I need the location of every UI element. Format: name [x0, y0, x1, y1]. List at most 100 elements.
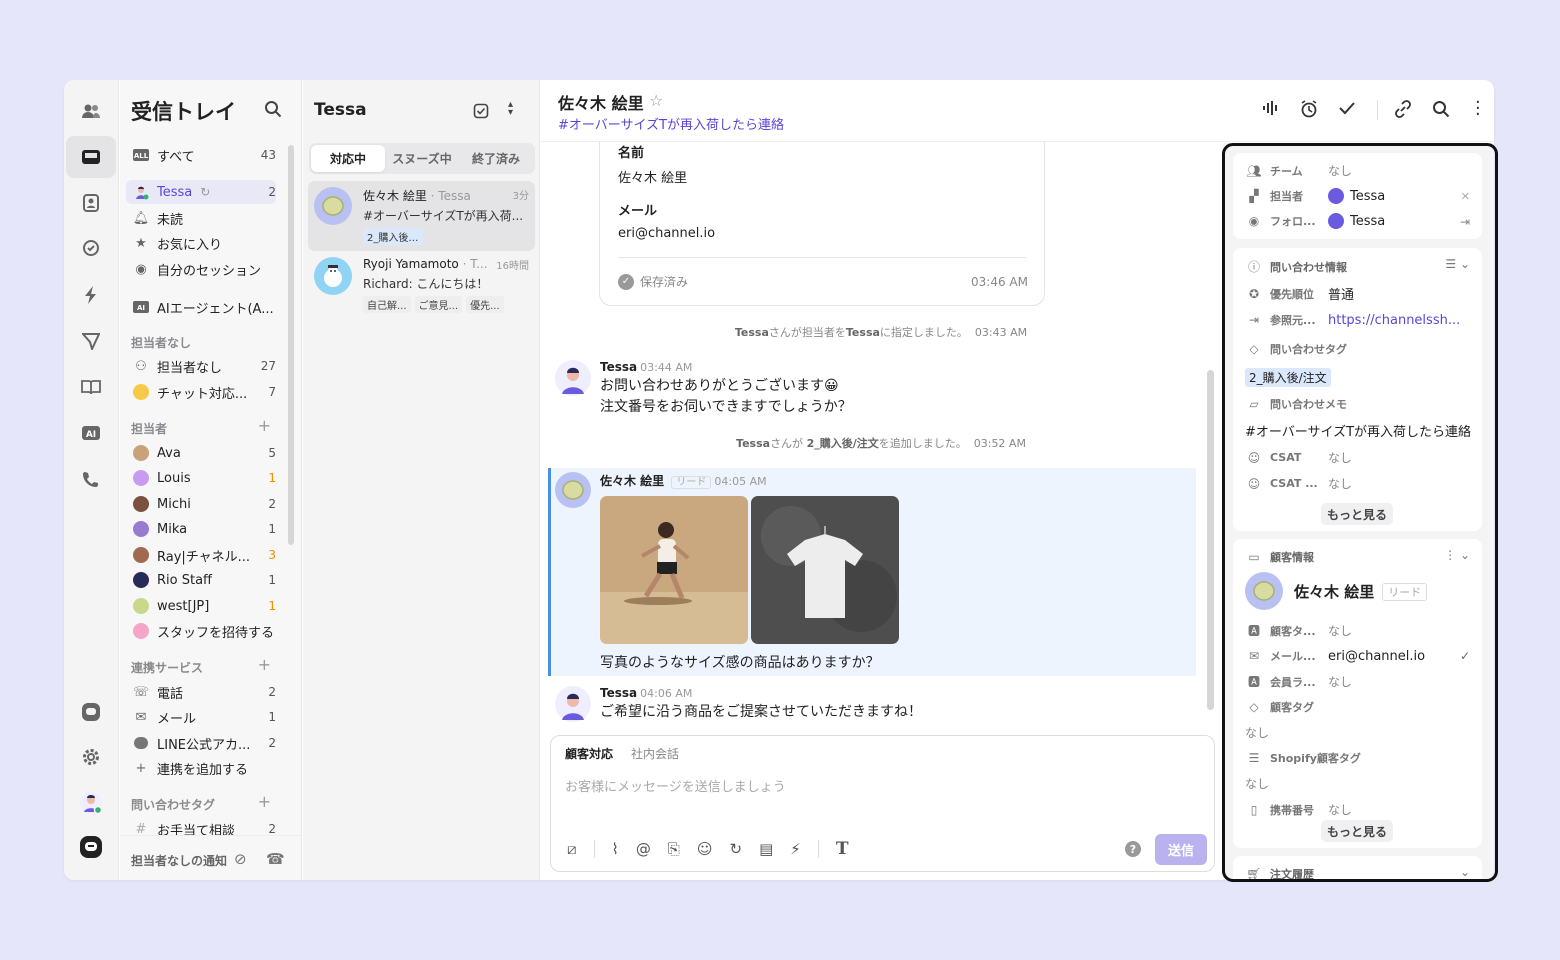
line-icon: [132, 737, 150, 749]
chat-subtitle[interactable]: #オーバーサイズTが再入荷したら連絡: [558, 114, 784, 133]
sidebar-item-my-sessions[interactable]: ◉ 自分のセッション: [126, 257, 276, 281]
alarm-clock-icon[interactable]: [1300, 100, 1318, 122]
star-icon[interactable]: ☆: [649, 91, 663, 110]
chat-panel: 佐々木 絵里 ☆ #オーバーサイズTが再入荷したら連絡 · · · 名前 佐々木 絵…: [541, 80, 1494, 880]
lightning-icon[interactable]: ⚡︎: [790, 840, 801, 858]
checkbox-icon[interactable]: [473, 103, 489, 123]
status-tabs: 対応中 スヌーズ中 終了済み: [309, 143, 535, 174]
voice-wave-icon[interactable]: [1262, 100, 1280, 120]
snippet-icon[interactable]: ⎘: [668, 840, 680, 858]
message-input[interactable]: お客様にメッセージを送信しましょう: [565, 776, 786, 795]
conversation-item[interactable]: Ryoji Yamamoto · T... 16時間 Richard: こんにちは…: [308, 251, 535, 321]
avatar: [132, 598, 150, 614]
attached-photo-runner[interactable]: [600, 496, 748, 644]
notification-off-icon[interactable]: ⊘: [234, 850, 247, 868]
tag-badge: 優先...: [466, 296, 504, 313]
send-icon[interactable]: [66, 320, 116, 362]
heart-icon: [132, 623, 150, 639]
sidebar-item-ai-agent[interactable]: AI AIエージェント(A...: [126, 295, 276, 319]
sidebar-scrollbar[interactable]: [288, 145, 294, 545]
sidebar-item-chat-support[interactable]: チャット対応... 7: [126, 380, 276, 404]
svg-text:AI: AI: [137, 304, 145, 312]
chat-scrollbar[interactable]: [1207, 370, 1214, 710]
svg-text:ALL: ALL: [134, 152, 149, 160]
divider: [1377, 100, 1378, 120]
badge-check-icon[interactable]: [66, 228, 116, 270]
smile-emoji-icon: [132, 384, 150, 400]
sidebar-item-ava[interactable]: Ava 5: [126, 441, 276, 465]
avatar: [132, 470, 150, 486]
message-composer: 顧客対応 社内会話 お客様にメッセージを送信しましょう ⧄ ⌇ @ ⎘ ☺ ↻ ▤…: [550, 735, 1215, 872]
add-tag-icon[interactable]: +: [258, 794, 271, 813]
avatar: [555, 360, 591, 396]
sync-icon: ↻: [200, 185, 211, 199]
clipboard-icon[interactable]: ▤: [759, 840, 773, 858]
tags-header: 問い合わせタグ +: [131, 792, 271, 813]
book-icon[interactable]: [66, 366, 116, 408]
conversation-item[interactable]: 佐々木 絵里 · Tessa 3分 #オーバーサイズTが再入荷... 2_購入後/…: [308, 181, 535, 251]
sidebar-item-rio-staff[interactable]: Rio Staff 1: [126, 568, 276, 592]
lightning-icon[interactable]: [66, 274, 116, 316]
phone-off-icon[interactable]: ☎: [266, 850, 285, 868]
more-vertical-icon[interactable]: · · ·: [1475, 94, 1481, 124]
sidebar-item-favorites[interactable]: ★ お気に入り: [126, 231, 276, 255]
channel-talk-icon[interactable]: [66, 826, 116, 868]
inbox-sidebar: 受信トレイ ALL すべて 43 Tessa ↻ 2 🔔︎ 未読 ★ お気に入り ◉ 自分のセ…: [120, 80, 302, 880]
sidebar-item-tessa[interactable]: Tessa ↻ 2: [126, 180, 276, 204]
sidebar-item-email[interactable]: ✉ メール 1: [126, 705, 276, 729]
lead-badge: リード: [671, 476, 712, 489]
tab-open[interactable]: 対応中: [311, 145, 385, 172]
add-assignee-icon[interactable]: +: [258, 418, 271, 437]
search-icon[interactable]: [1432, 100, 1450, 122]
ai-icon[interactable]: AI: [66, 412, 116, 454]
text-format-icon[interactable]: T: [836, 839, 849, 859]
sidebar-item-no-assignee[interactable]: ⚇ 担当者なし 27: [126, 354, 276, 378]
paperclip-icon[interactable]: ⌇: [612, 840, 619, 858]
tab-internal[interactable]: 社内会話: [631, 745, 679, 762]
sidebar-item-west-jp[interactable]: west[JP] 1: [126, 594, 276, 618]
inbox-icon[interactable]: [66, 136, 116, 178]
sidebar-footer: 担当者なしの通知 ⊘ ☎: [120, 835, 301, 880]
sidebar-item-mika[interactable]: Mika 1: [126, 517, 276, 541]
command-icon[interactable]: ⧄: [567, 840, 577, 858]
phone-icon[interactable]: [66, 458, 116, 500]
avatar: [132, 445, 150, 461]
sidebar-item-unread[interactable]: 🔔︎ 未読: [126, 206, 276, 230]
integrations-header: 連携サービス +: [131, 655, 271, 676]
mention-icon[interactable]: @: [636, 840, 651, 858]
tab-closed[interactable]: 終了済み: [459, 145, 533, 172]
sidebar-item-ray[interactable]: Ray|チャネル... 3: [126, 543, 276, 567]
channel-logo-icon[interactable]: [66, 691, 116, 733]
sort-icon[interactable]: ▴ ▾: [508, 100, 513, 118]
chat-header: 佐々木 絵里 ☆ #オーバーサイズTが再入荷したら連絡 · · ·: [541, 80, 1494, 142]
sidebar-item-all[interactable]: ALL すべて 43: [126, 143, 276, 167]
tab-snoozed[interactable]: スヌーズ中: [385, 145, 459, 172]
emoji-icon[interactable]: ☺: [697, 840, 713, 858]
team-chat-icon[interactable]: [66, 90, 116, 132]
sidebar-item-michi[interactable]: Michi 2: [126, 492, 276, 516]
sidebar-item-line[interactable]: LINE公式アカ... 2: [126, 731, 276, 755]
refresh-icon[interactable]: ↻: [730, 840, 743, 858]
gear-icon[interactable]: [66, 736, 116, 778]
attached-photo-tshirt[interactable]: [751, 496, 899, 644]
sidebar-item-louis[interactable]: Louis 1: [126, 466, 276, 490]
send-button[interactable]: 送信: [1155, 834, 1207, 865]
check-icon[interactable]: [1339, 100, 1355, 119]
person-x-icon: ⚇: [135, 358, 147, 374]
invite-staff-button[interactable]: スタッフを招待する: [126, 619, 276, 643]
sidebar-item-phone[interactable]: ☏ 電話 2: [126, 680, 276, 704]
add-integration-button[interactable]: + 連携を追加する: [126, 756, 276, 780]
avatar: [555, 472, 591, 508]
user-avatar[interactable]: [66, 782, 116, 824]
avatar: [132, 547, 150, 563]
help-icon[interactable]: ?: [1125, 841, 1141, 857]
add-integration-icon[interactable]: +: [258, 657, 271, 676]
tab-customer[interactable]: 顧客対応: [565, 745, 613, 762]
avatar: [555, 686, 591, 722]
search-icon[interactable]: [264, 100, 282, 122]
ai-icon: AI: [132, 301, 150, 313]
eye-icon: ◉: [135, 261, 147, 277]
link-icon[interactable]: [1394, 100, 1412, 122]
avatar: [132, 496, 150, 512]
contacts-icon[interactable]: [66, 182, 116, 224]
